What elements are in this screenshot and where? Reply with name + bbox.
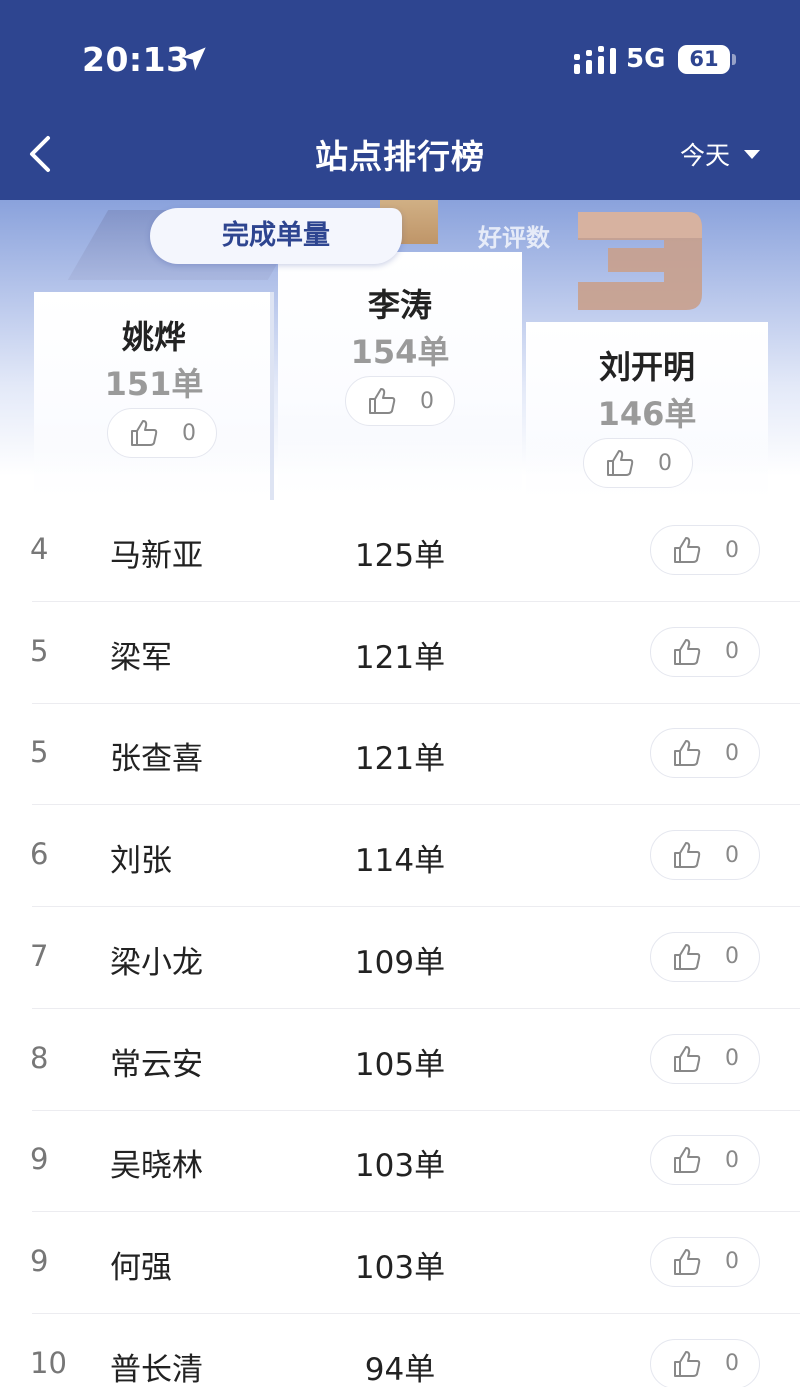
podium-first: 李涛 154单 0: [278, 252, 522, 500]
courier-name: 普长清: [110, 1351, 203, 1387]
rank-three-decoration: [578, 212, 702, 310]
thumbs-up-icon: [674, 943, 701, 970]
order-count: 121单: [354, 639, 446, 676]
list-item: 6 刘张 114单 0: [0, 805, 800, 908]
like-button[interactable]: 0: [345, 376, 455, 426]
like-count: 0: [725, 1351, 739, 1377]
podium-third: 刘开明 146单 0: [526, 322, 768, 500]
like-button[interactable]: 0: [107, 408, 217, 458]
battery-icon: 61: [678, 45, 730, 74]
order-count: 105单: [354, 1046, 446, 1083]
list-item: 9 吴晓林 103单 0: [0, 1110, 800, 1213]
date-filter-dropdown[interactable]: 今天: [680, 134, 761, 174]
podium-name: 姚烨: [121, 318, 186, 356]
rank-number: 9: [30, 1243, 49, 1278]
courier-name: 刘张: [110, 843, 172, 880]
location-arrow-icon: [182, 47, 206, 71]
battery-tip: [732, 54, 736, 65]
thumbs-up-icon: [674, 1248, 701, 1275]
like-count: 0: [725, 740, 739, 766]
like-count: 0: [725, 1046, 739, 1071]
order-count: 103单: [354, 1249, 446, 1286]
like-button[interactable]: 0: [650, 931, 760, 982]
order-count: 114单: [354, 843, 446, 880]
like-count: 0: [725, 1147, 739, 1173]
caret-down-icon: [744, 149, 761, 159]
like-button[interactable]: 0: [650, 1236, 760, 1287]
app-header: 20:13 5G 61 站点排行榜 今天: [0, 0, 800, 200]
courier-name: 马新亚: [110, 538, 203, 574]
status-bar: 20:13 5G 61: [0, 0, 800, 120]
list-item: 10 普长清 94单 0: [0, 1314, 800, 1387]
list-item: 5 张查喜 121单 0: [0, 703, 800, 806]
thumbs-up-icon: [607, 450, 634, 476]
like-button[interactable]: 0: [583, 438, 693, 488]
thumbs-up-icon: [674, 1350, 701, 1377]
like-count: 0: [420, 388, 434, 414]
podium-second: 姚烨 151单 0: [34, 292, 274, 500]
like-button[interactable]: 0: [650, 525, 760, 575]
podium-name: 李涛: [367, 286, 432, 324]
courier-name: 何强: [110, 1249, 172, 1286]
like-count: 0: [725, 1249, 739, 1275]
podium-count: 151单: [104, 365, 204, 403]
list-item: 4 马新亚 125单 0: [0, 500, 800, 602]
tab-good-reviews[interactable]: 好评数: [478, 218, 550, 253]
thumbs-up-icon: [131, 420, 158, 446]
rank-number: 10: [30, 1345, 67, 1380]
like-count: 0: [182, 420, 196, 446]
courier-name: 张查喜: [110, 741, 203, 778]
podium-count: 154单: [350, 333, 450, 371]
like-count: 0: [725, 639, 739, 665]
thumbs-up-icon: [674, 638, 701, 665]
courier-name: 吴晓林: [110, 1148, 203, 1185]
order-count: 109单: [354, 944, 446, 981]
order-count: 121单: [354, 741, 446, 778]
like-count: 0: [725, 842, 739, 868]
like-button[interactable]: 0: [650, 1338, 760, 1387]
order-count: 94单: [364, 1351, 436, 1387]
thumbs-up-icon: [674, 1147, 701, 1174]
like-button[interactable]: 0: [650, 1135, 760, 1186]
order-count: 103单: [354, 1148, 446, 1185]
list-item: 7 梁小龙 109单 0: [0, 907, 800, 1009]
courier-name: 梁小龙: [110, 944, 203, 981]
courier-name: 常云安: [110, 1046, 203, 1083]
list-item: 5 梁军 121单 0: [0, 602, 800, 704]
rank-number: 4: [30, 532, 49, 566]
courier-name: 梁军: [110, 639, 172, 676]
rank-number: 7: [30, 938, 49, 973]
status-time: 20:13: [82, 40, 190, 79]
network-type: 5G: [626, 44, 666, 74]
like-button[interactable]: 0: [650, 830, 760, 881]
date-filter-label: 今天: [680, 141, 731, 170]
list-item: 9 何强 103单 0: [0, 1212, 800, 1314]
thumbs-up-icon: [674, 537, 701, 563]
like-button[interactable]: 0: [650, 626, 760, 677]
like-count: 0: [725, 537, 739, 563]
podium-name: 刘开明: [598, 348, 695, 386]
like-button[interactable]: 0: [650, 728, 760, 779]
rank-number: 5: [30, 735, 49, 770]
like-count: 0: [658, 450, 672, 476]
tab-completed-orders[interactable]: 完成单量: [150, 208, 402, 264]
thumbs-up-icon: [369, 388, 396, 414]
like-count: 0: [725, 944, 739, 970]
podium-count: 146单: [597, 395, 697, 433]
podium-section: 姚烨 151单 0 李涛 154单 0 刘开明 146单 0 完成单量 好评数: [0, 200, 800, 500]
rank-number: 5: [30, 633, 49, 668]
rank-number: 6: [30, 837, 49, 872]
thumbs-up-icon: [674, 740, 701, 767]
rank-number: 8: [30, 1040, 49, 1075]
rank-number: 9: [30, 1142, 49, 1177]
signal-bars-icon: [574, 46, 616, 74]
thumbs-up-icon: [674, 842, 701, 869]
list-item: 8 常云安 105单 0: [0, 1009, 800, 1111]
thumbs-up-icon: [674, 1045, 701, 1072]
order-count: 125单: [354, 538, 446, 574]
like-button[interactable]: 0: [650, 1033, 760, 1084]
